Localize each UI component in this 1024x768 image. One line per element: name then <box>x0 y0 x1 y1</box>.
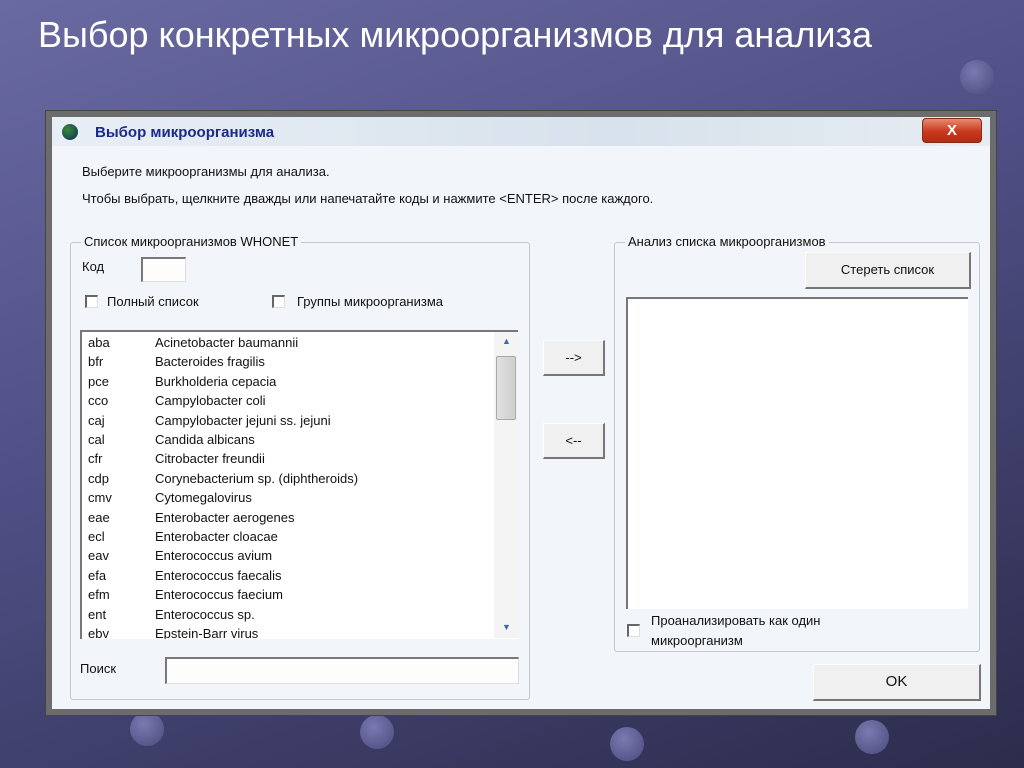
organism-name: Enterococcus sp. <box>155 606 255 622</box>
full-list-label[interactable]: Полный список <box>107 294 199 309</box>
scroll-down-icon[interactable]: ▼ <box>502 622 511 632</box>
organism-code: efa <box>88 567 107 583</box>
window-title: Выбор микроорганизма <box>95 124 275 141</box>
organism-code: cmv <box>88 490 112 506</box>
organism-code: caj <box>88 412 105 428</box>
analyze-as-one-label-1[interactable]: Проанализировать как один <box>651 613 821 628</box>
clear-list-button[interactable]: Стереть список <box>805 252 971 289</box>
analysis-list-legend: Анализ списка микроорганизмов <box>625 234 829 249</box>
organism-code: eae <box>88 509 110 525</box>
organism-groups-label[interactable]: Группы микроорганизма <box>297 294 443 309</box>
organism-name: Citrobacter freundii <box>155 451 265 467</box>
code-label: Код <box>82 259 105 274</box>
organism-name: Enterococcus avium <box>155 548 273 564</box>
organism-name: Enterococcus faecalis <box>155 567 282 583</box>
organism-groups-checkbox[interactable] <box>272 295 285 308</box>
organism-name: Campylobacter coli <box>155 393 266 409</box>
organism-name: Corynebacterium sp. (diphtheroids) <box>155 470 359 486</box>
organism-name: Acinetobacter baumannii <box>155 335 299 350</box>
organism-code: ecl <box>88 529 105 544</box>
organism-code: cal <box>88 432 105 447</box>
organism-list[interactable]: aba Acinetobacter baumannii bfr Bacteroides… <box>80 330 518 639</box>
organism-code: ebv <box>88 626 109 639</box>
organism-name: Enterococcus faecium <box>155 587 283 603</box>
organism-code: efm <box>88 587 110 603</box>
analyze-as-one-checkbox[interactable] <box>627 624 640 637</box>
organism-code: cfr <box>88 451 103 467</box>
organism-code: cdp <box>88 470 109 486</box>
organism-code: pce <box>88 373 109 389</box>
ok-button[interactable]: OK <box>813 664 981 701</box>
organism-name: Burkholderia cepacia <box>155 373 277 389</box>
instruction-line-1: Выберите микроорганизмы для анализа. <box>82 164 330 179</box>
organism-name: Epstein-Barr virus <box>155 626 259 639</box>
search-label: Поиск <box>80 661 117 676</box>
organism-name: Enterobacter aerogenes <box>155 509 295 525</box>
organism-code: cco <box>88 393 109 409</box>
slide-title: Выбор конкретных микроорганизмов для ана… <box>38 14 872 55</box>
organism-name: Cytomegalovirus <box>155 490 252 506</box>
organism-name: Candida albicans <box>155 432 255 447</box>
analyze-as-one-label-2[interactable]: микроорганизм <box>651 633 743 648</box>
search-input[interactable] <box>165 657 519 684</box>
organism-name: Campylobacter jejuni ss. jejuni <box>155 412 331 428</box>
organism-code: eav <box>88 548 109 564</box>
scroll-up-icon[interactable]: ▲ <box>502 336 511 346</box>
organism-code: ent <box>88 606 107 622</box>
full-list-checkbox[interactable] <box>85 295 98 308</box>
code-input[interactable] <box>141 257 186 282</box>
whonet-list-legend: Список микроорганизмов WHONET <box>81 234 302 249</box>
organism-name: Enterobacter cloacae <box>155 529 278 544</box>
analysis-list[interactable] <box>626 297 968 609</box>
organism-code: bfr <box>88 354 104 370</box>
organism-name: Bacteroides fragilis <box>155 354 265 370</box>
organism-code: aba <box>88 335 110 350</box>
instruction-line-2: Чтобы выбрать, щелкните дважды или напеч… <box>82 191 654 206</box>
close-button[interactable]: X <box>922 118 982 143</box>
scrollbar-thumb[interactable] <box>496 356 516 420</box>
globe-icon <box>62 124 78 140</box>
add-button[interactable]: --> <box>543 340 605 376</box>
remove-button[interactable]: <-- <box>543 423 605 459</box>
